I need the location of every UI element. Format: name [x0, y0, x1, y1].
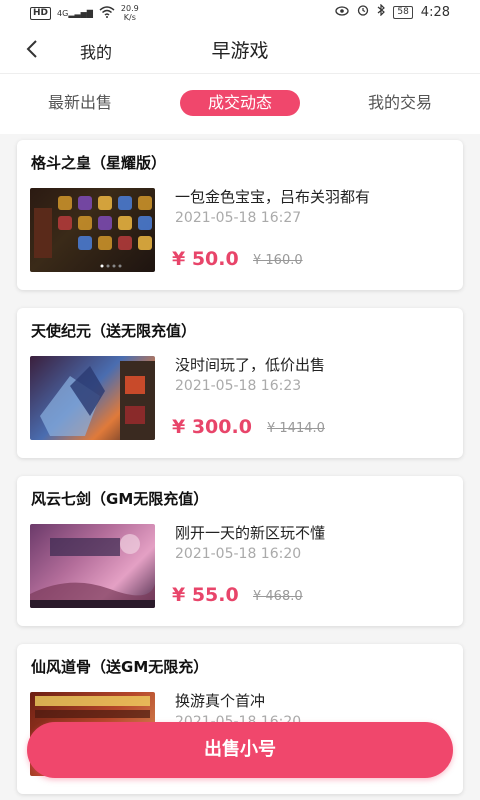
listing-date: 2021-05-18 16:23 [175, 378, 302, 394]
status-bar: HD 4G▂▃▅▇ 20.9 K/s 58 4:28 [0, 0, 480, 26]
listing-description: 换游真个首冲 [175, 692, 266, 710]
alarm-icon [357, 4, 369, 20]
signal-icon: 4G▂▃▅▇ [57, 8, 93, 18]
eye-icon [335, 5, 349, 20]
header: 我的 早游戏 [0, 26, 480, 74]
tab-bar: 最新出售 成交动态 我的交易 [0, 74, 480, 134]
hd-indicator: HD [30, 6, 52, 20]
tab-my-trades[interactable]: 我的交易 [350, 90, 450, 116]
bluetooth-icon [377, 3, 386, 20]
network-speed: 20.9 K/s [120, 4, 139, 22]
sell-account-button[interactable]: 出售小号 [27, 722, 453, 778]
listing-card[interactable]: 风云七剑（GM无限充值） 刚开一天的新区玩不懂 2021-05-18 16:20… [17, 476, 463, 626]
game-thumbnail [30, 356, 155, 440]
game-title: 仙风道骨（送GM无限充） [31, 658, 209, 676]
original-price: ¥ 160.0 [253, 253, 303, 268]
wifi-icon [99, 5, 115, 21]
listing-date: 2021-05-18 16:20 [175, 546, 302, 562]
sale-price: ¥ 55.0 [172, 584, 239, 606]
listing-card[interactable]: 格斗之皇（星耀版） 一包金色宝宝，吕布关羽都有 2021-05-18 16:27 [17, 140, 463, 290]
listing-date: 2021-05-18 16:27 [175, 210, 302, 226]
clock: 4:28 [420, 4, 450, 20]
game-thumbnail [30, 524, 155, 608]
original-price: ¥ 468.0 [253, 589, 303, 604]
game-title: 风云七剑（GM无限充值） [31, 490, 209, 508]
sale-price: ¥ 300.0 [172, 416, 252, 438]
listing-description: 一包金色宝宝，吕布关羽都有 [175, 188, 371, 206]
page-title: 早游戏 [211, 40, 269, 62]
listing-description: 刚开一天的新区玩不懂 [175, 524, 326, 542]
listing-description: 没时间玩了，低价出售 [175, 356, 326, 374]
sale-price: ¥ 50.0 [172, 248, 239, 270]
tab-deal-activity[interactable]: 成交动态 [180, 90, 300, 116]
tab-latest-sale[interactable]: 最新出售 [30, 90, 130, 116]
game-title: 格斗之皇（星耀版） [31, 154, 167, 172]
game-thumbnail [30, 188, 155, 272]
game-title: 天使纪元（送无限充值） [31, 322, 197, 340]
listing-card[interactable]: 天使纪元（送无限充值） 没时间玩了，低价出售 2021-05-18 16:23 … [17, 308, 463, 458]
original-price: ¥ 1414.0 [267, 421, 325, 436]
battery-icon: 58 [393, 5, 413, 19]
